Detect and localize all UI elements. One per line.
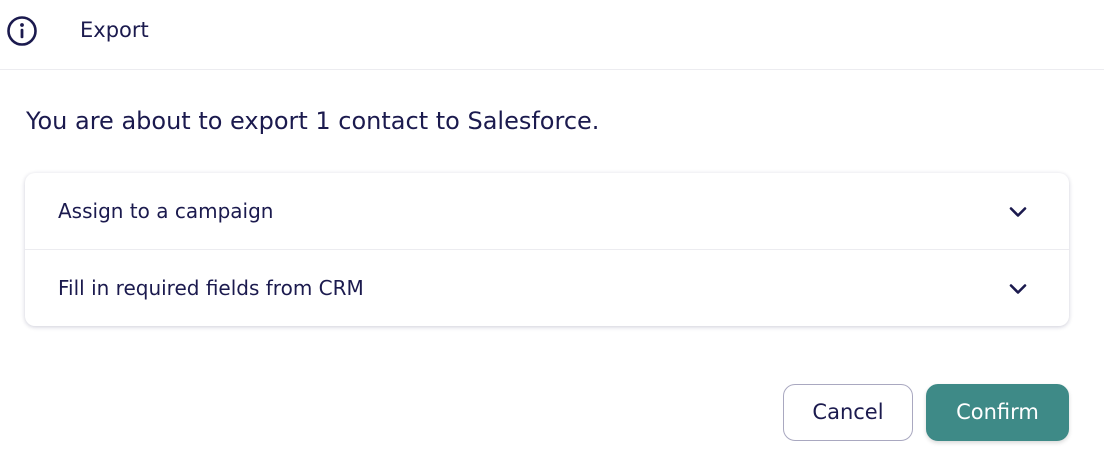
chevron-down-icon[interactable]: [1007, 278, 1029, 300]
accordion-item-assign-campaign[interactable]: Assign to a campaign: [25, 173, 1069, 249]
info-icon: [6, 15, 38, 47]
cancel-button[interactable]: Cancel: [783, 384, 913, 441]
accordion-item-label: Assign to a campaign: [58, 199, 274, 223]
export-message: You are about to export 1 contact to Sal…: [26, 107, 600, 135]
confirm-button[interactable]: Confirm: [926, 384, 1069, 441]
accordion-item-label: Fill in required fields from CRM: [58, 276, 364, 300]
dialog-title: Export: [80, 18, 149, 42]
dialog-header: Export: [0, 0, 1104, 70]
accordion-item-required-fields[interactable]: Fill in required fields from CRM: [25, 249, 1069, 326]
export-options-accordion: Assign to a campaign Fill in required fi…: [25, 173, 1069, 326]
chevron-down-icon[interactable]: [1007, 201, 1029, 223]
